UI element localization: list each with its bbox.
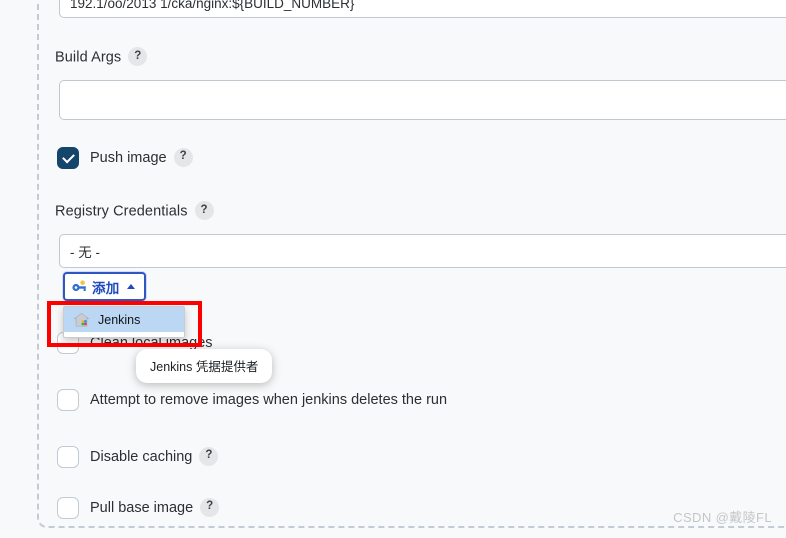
registry-credentials-select[interactable]: - 无 - xyxy=(59,234,786,268)
registry-credentials-label-text: Registry Credentials xyxy=(55,203,188,220)
pull-base-image-row[interactable]: Pull base image ? xyxy=(57,497,220,519)
add-credentials-button-label: 添加 xyxy=(92,280,120,296)
attempt-remove-images-label: Attempt to remove images when jenkins de… xyxy=(90,392,448,408)
tooltip-text: Jenkins 凭据提供者 xyxy=(150,360,259,374)
disable-caching-row[interactable]: Disable caching ? xyxy=(57,446,219,468)
disable-caching-checkbox[interactable] xyxy=(57,446,79,468)
registry-credentials-selected-value: - 无 - xyxy=(70,245,100,260)
caret-up-icon xyxy=(126,284,135,289)
build-args-input[interactable] xyxy=(59,80,786,120)
build-args-label: Build Args? xyxy=(55,47,148,67)
attempt-remove-images-checkbox[interactable] xyxy=(57,389,79,411)
help-icon[interactable]: ? xyxy=(128,47,148,66)
credentials-provider-dropdown[interactable]: Jenkins xyxy=(63,306,185,338)
dropdown-item-jenkins[interactable]: Jenkins xyxy=(64,307,184,332)
csdn-watermark: CSDN @戴陵FL xyxy=(673,510,772,525)
registry-credentials-label: Registry Credentials? xyxy=(55,201,214,221)
push-image-row[interactable]: Push image ? xyxy=(57,147,193,169)
pull-base-image-checkbox[interactable] xyxy=(57,497,79,519)
dropdown-item-jenkins-label: Jenkins xyxy=(98,312,141,327)
credentials-provider-tooltip: Jenkins 凭据提供者 xyxy=(136,349,273,383)
push-image-label: Push image xyxy=(90,150,167,166)
image-tag-field[interactable] xyxy=(59,0,786,18)
key-icon xyxy=(72,280,89,293)
push-image-checkbox[interactable] xyxy=(57,147,79,169)
disable-caching-label: Disable caching xyxy=(90,449,193,465)
help-icon[interactable]: ? xyxy=(199,446,219,466)
jenkins-house-icon xyxy=(73,312,90,328)
help-icon[interactable]: ? xyxy=(173,147,193,167)
pull-base-image-label: Pull base image xyxy=(90,500,194,516)
help-icon[interactable]: ? xyxy=(194,201,214,220)
attempt-remove-images-row[interactable]: Attempt to remove images when jenkins de… xyxy=(57,389,447,411)
help-icon[interactable]: ? xyxy=(200,497,220,517)
add-credentials-button[interactable]: 添加 xyxy=(63,272,146,301)
build-args-label-text: Build Args xyxy=(55,49,122,66)
